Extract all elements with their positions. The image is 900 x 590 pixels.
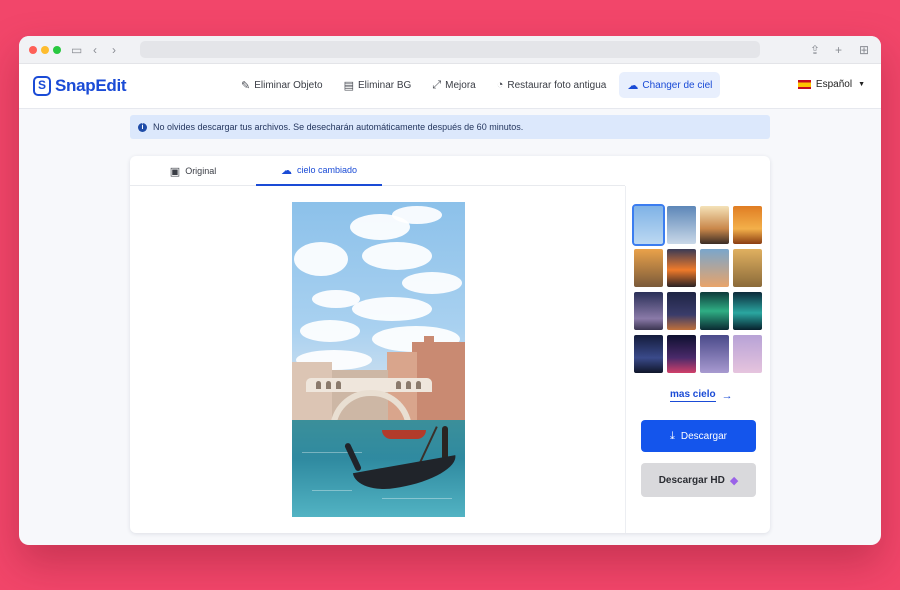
sky-preset-11[interactable] xyxy=(700,292,729,330)
eraser-icon: ✎ xyxy=(241,79,251,92)
info-banner-text: No olvides descargar tus archivos. Se de… xyxy=(153,122,524,132)
download-button[interactable]: ⤓ Descargar xyxy=(641,420,756,452)
sky-preset-6[interactable] xyxy=(667,249,696,287)
nav-item-label: Eliminar Objeto xyxy=(254,79,323,91)
sidebar-toggle-icon[interactable]: ▭ xyxy=(71,42,82,58)
tab-label: cielo cambiado xyxy=(296,165,358,175)
sky-preset-4[interactable] xyxy=(733,206,762,244)
download-hd-button[interactable]: Descargar HD ◆ xyxy=(641,463,756,497)
arrow-right-icon: → xyxy=(721,389,733,402)
back-icon[interactable]: ‹ xyxy=(93,42,97,58)
chevron-down-icon: ▼ xyxy=(858,81,865,88)
nav-item-label: Mejora xyxy=(445,79,476,91)
tab-label: Original xyxy=(185,166,217,176)
nav-item-label: Eliminar BG xyxy=(357,79,412,91)
tab-sky-changed[interactable]: ☁ cielo cambiado xyxy=(256,156,382,186)
nav-item-sky-changer[interactable]: ☁ Changer de ciel xyxy=(619,72,721,98)
sky-preset-12[interactable] xyxy=(733,292,762,330)
sky-preset-15[interactable] xyxy=(700,335,729,373)
sky-icon: ☁ xyxy=(280,164,292,177)
logo-mark: S xyxy=(33,76,51,96)
nav-item-label: Changer de ciel xyxy=(642,79,713,91)
download-label: Descargar xyxy=(680,430,727,442)
nav-item-label: Restaurar foto antigua xyxy=(507,79,607,91)
logo-text: SnapEdit xyxy=(55,76,127,95)
more-sky-label: mas cielo xyxy=(670,389,716,402)
spain-flag-icon xyxy=(797,80,811,89)
app-header: S SnapEdit ✎ Eliminar Objeto ▤ Eliminar … xyxy=(19,64,881,109)
forward-icon[interactable]: › xyxy=(112,42,116,58)
tab-overview-icon[interactable]: ⊞ xyxy=(859,42,869,58)
browser-window: ▭ ‹ › ⇪ + ⊞ S SnapEdit ✎ Eliminar Objeto… xyxy=(19,36,881,545)
language-selector[interactable]: Español ▼ xyxy=(797,79,865,90)
remove-bg-icon: ▤ xyxy=(343,79,354,92)
logo[interactable]: S SnapEdit xyxy=(33,75,127,97)
sky-preset-13[interactable] xyxy=(634,335,663,373)
sky-preset-8[interactable] xyxy=(733,249,762,287)
view-tabs: ▣ Original ☁ cielo cambiado xyxy=(130,156,625,186)
share-icon[interactable]: ⇪ xyxy=(810,42,820,58)
sky-icon: ☁ xyxy=(627,79,639,92)
sky-preset-9[interactable] xyxy=(634,292,663,330)
maximize-window-button[interactable] xyxy=(53,46,61,54)
edited-photo xyxy=(292,202,465,517)
nav-item-enhance[interactable]: ⤢ Mejora xyxy=(424,72,483,98)
premium-gem-icon: ◆ xyxy=(729,474,739,487)
restore-photo-icon: ◔ xyxy=(496,79,504,91)
language-label: Español xyxy=(815,79,853,90)
enhance-icon: ⤢ xyxy=(432,78,442,91)
new-tab-icon[interactable]: + xyxy=(835,42,842,58)
address-bar[interactable] xyxy=(140,41,760,58)
download-hd-label: Descargar HD xyxy=(658,474,725,486)
more-sky-link[interactable]: mas cielo → xyxy=(670,389,733,402)
sky-preset-2[interactable] xyxy=(667,206,696,244)
close-window-button[interactable] xyxy=(29,46,37,54)
main-nav: ✎ Eliminar Objeto ▤ Eliminar BG ⤢ Mejora… xyxy=(233,72,725,98)
nav-item-remove-object[interactable]: ✎ Eliminar Objeto xyxy=(233,72,331,98)
nav-item-restore-photo[interactable]: ◔ Restaurar foto antigua xyxy=(489,72,615,98)
browser-toolbar: ▭ ‹ › ⇪ + ⊞ xyxy=(19,36,881,64)
sky-preset-3[interactable] xyxy=(700,206,729,244)
panel-divider xyxy=(625,186,626,533)
info-icon: i xyxy=(138,122,147,132)
sky-preset-10[interactable] xyxy=(667,292,696,330)
editor-card: ▣ Original ☁ cielo cambiado mas cielo → … xyxy=(130,156,770,533)
info-banner: i No olvides descargar tus archivos. Se … xyxy=(130,115,770,139)
minimize-window-button[interactable] xyxy=(41,46,49,54)
nav-item-remove-bg[interactable]: ▤ Eliminar BG xyxy=(336,72,420,98)
portrait-icon: ▣ xyxy=(169,165,181,178)
sky-preset-16[interactable] xyxy=(733,335,762,373)
sky-preset-7[interactable] xyxy=(700,249,729,287)
tab-original[interactable]: ▣ Original xyxy=(130,156,256,186)
sky-preset-14[interactable] xyxy=(667,335,696,373)
sky-preset-5[interactable] xyxy=(634,249,663,287)
sky-preset-1[interactable] xyxy=(632,204,665,246)
download-icon: ⤓ xyxy=(669,429,675,442)
